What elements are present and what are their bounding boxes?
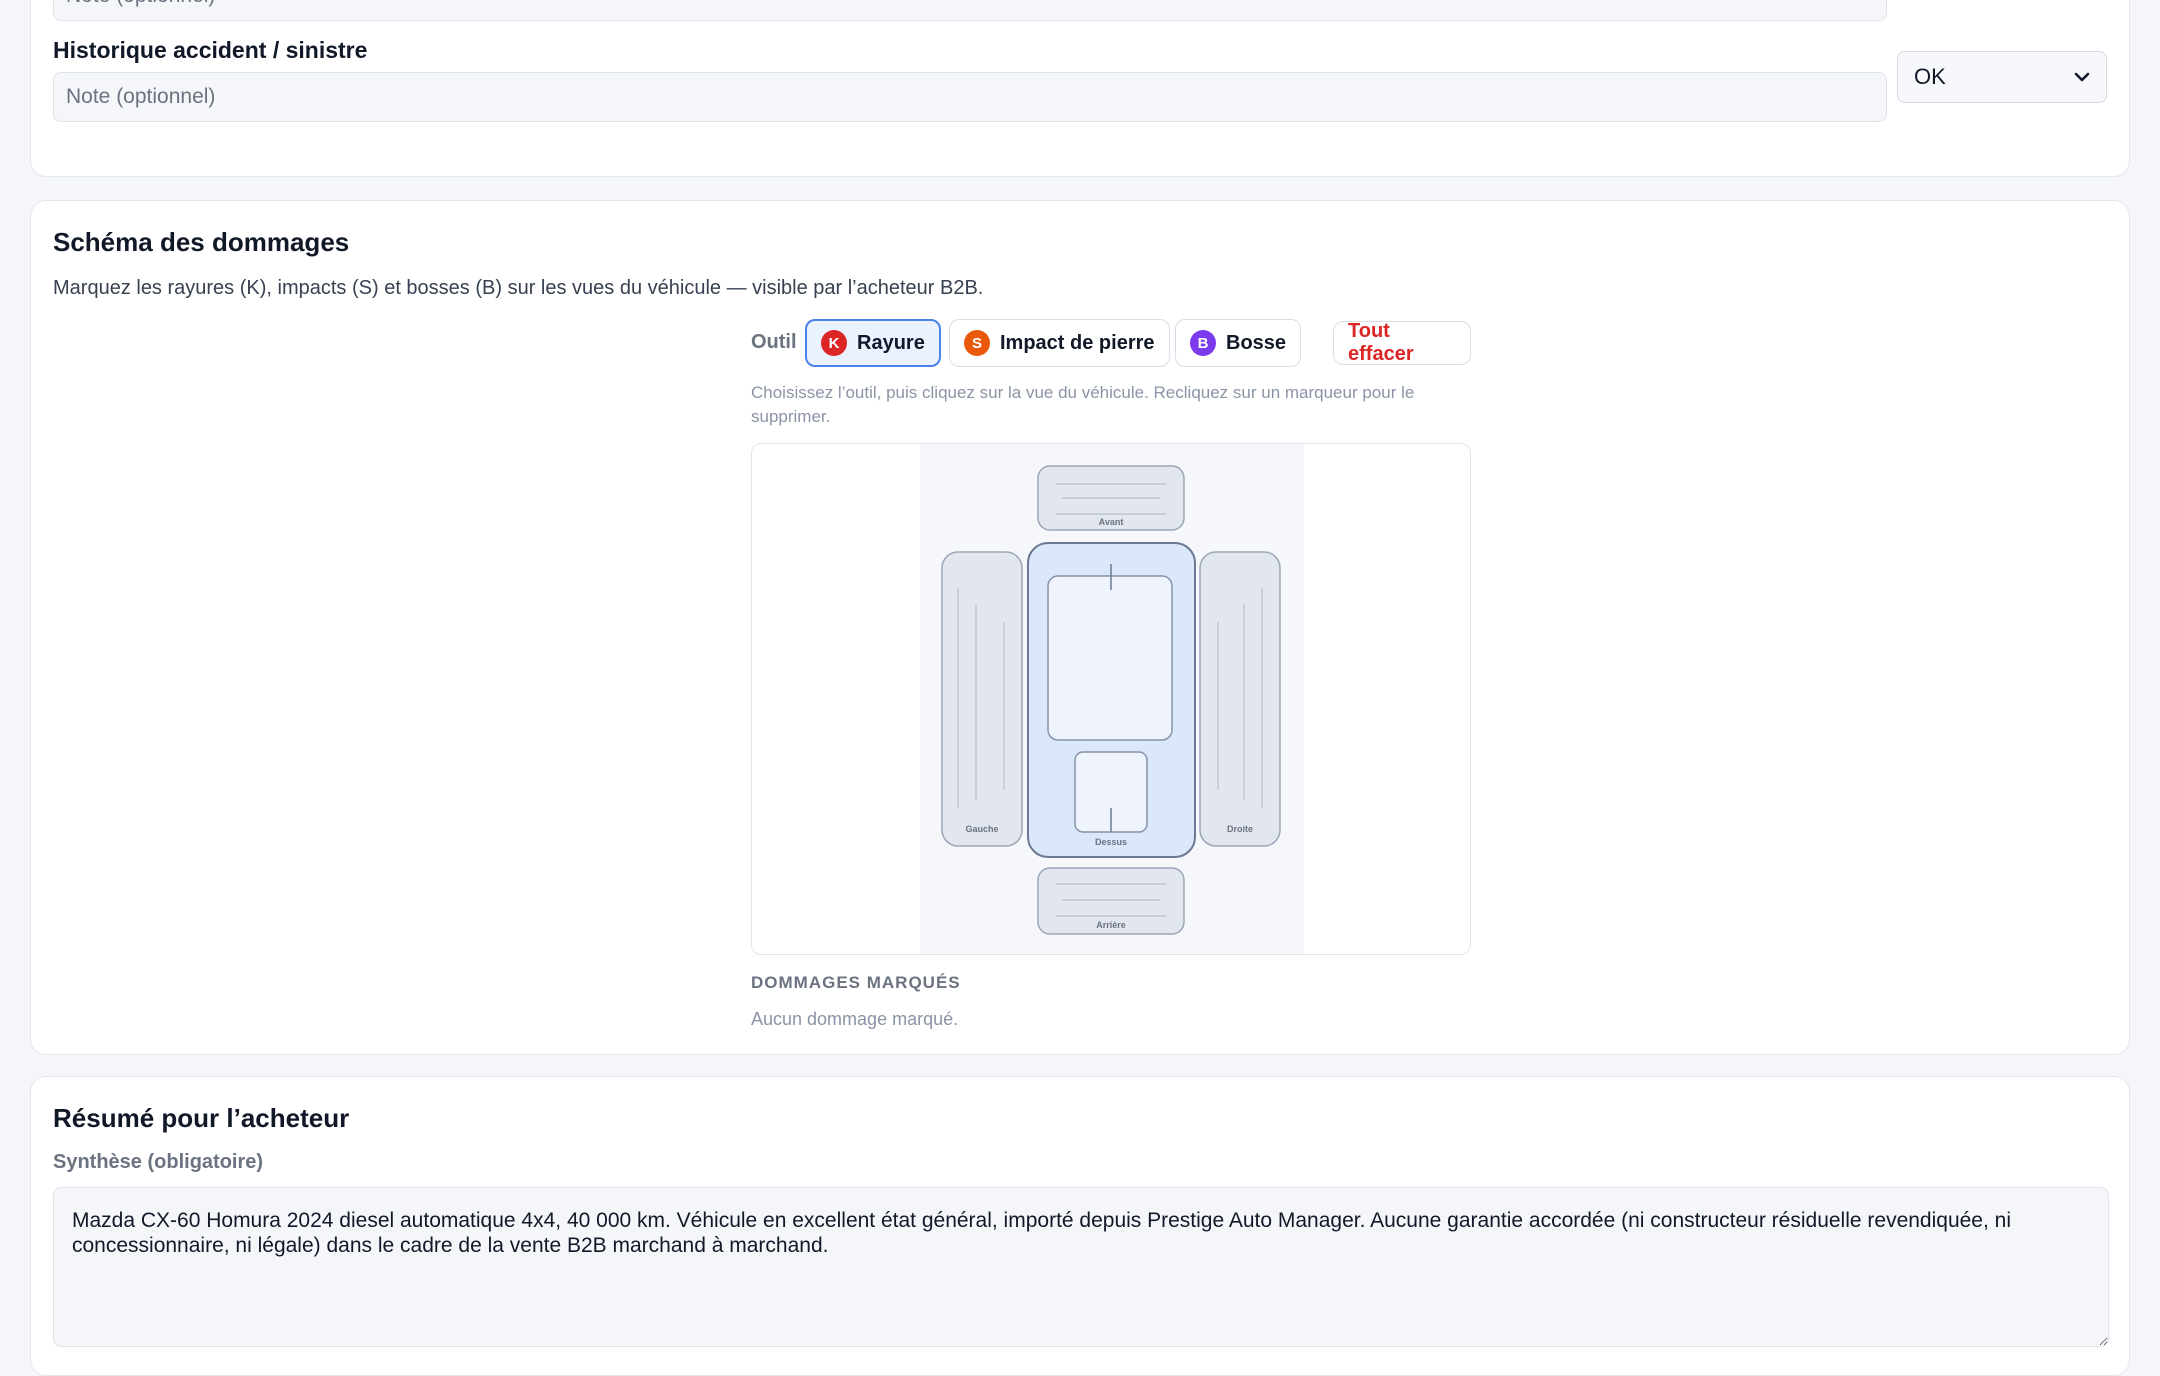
accident-note-input[interactable] bbox=[53, 72, 1887, 122]
marked-damages-title: DOMMAGES MARQUÉS bbox=[751, 973, 961, 992]
view-rear[interactable]: Arrière bbox=[1037, 867, 1185, 935]
accident-status-select[interactable]: OK bbox=[1897, 51, 2107, 103]
view-rear-label: Arrière bbox=[1096, 920, 1126, 930]
tool-dent-label: Bosse bbox=[1226, 331, 1287, 354]
view-left-label: Gauche bbox=[965, 824, 998, 834]
vehicle-history-card: Historique accident / sinistre OK bbox=[30, 0, 2130, 177]
damage-schema-description: Marquez les rayures (K), impacts (S) et … bbox=[53, 277, 984, 299]
clear-all-button[interactable]: Tout effacer bbox=[1333, 320, 1471, 365]
buyer-summary-card: Résumé pour l’acheteur Synthèse (obligat… bbox=[30, 1076, 2130, 1376]
tool-row: Outil K Rayure S Impact de pierre B Boss… bbox=[751, 319, 1471, 367]
accident-status-value: OK bbox=[1914, 64, 1946, 89]
synthesis-label: Synthèse (obligatoire) bbox=[53, 1151, 264, 1173]
tool-label: Outil bbox=[751, 331, 797, 353]
view-right[interactable]: Droite bbox=[1199, 551, 1281, 847]
view-top-label: Dessus bbox=[1095, 837, 1127, 847]
tool-scratch-button[interactable]: K Rayure bbox=[805, 319, 941, 367]
damage-schema-card: Schéma des dommages Marquez les rayures … bbox=[30, 200, 2130, 1055]
view-top[interactable]: Dessus bbox=[1027, 542, 1196, 858]
damage-schema-title: Schéma des dommages bbox=[53, 227, 350, 257]
view-left[interactable]: Gauche bbox=[941, 551, 1023, 847]
buyer-summary-title: Résumé pour l’acheteur bbox=[53, 1103, 350, 1133]
previous-note-input[interactable] bbox=[53, 0, 1887, 21]
marked-damages-empty: Aucun dommage marqué. bbox=[751, 1009, 959, 1029]
view-front-label: Avant bbox=[1099, 517, 1124, 527]
stone-impact-badge-icon: S bbox=[964, 330, 990, 356]
tool-dent-button[interactable]: B Bosse bbox=[1175, 319, 1302, 367]
synthesis-textarea[interactable]: Mazda CX-60 Homura 2024 diesel automatiq… bbox=[53, 1187, 2109, 1347]
dent-badge-icon: B bbox=[1190, 330, 1216, 356]
tool-stone-impact-label: Impact de pierre bbox=[1000, 331, 1155, 354]
vehicle-diagram[interactable]: Avant Gauche Dessus Droite Arrière bbox=[752, 444, 1471, 955]
tool-scratch-label: Rayure bbox=[857, 331, 925, 354]
view-right-label: Droite bbox=[1227, 824, 1253, 834]
scratch-badge-icon: K bbox=[821, 330, 847, 356]
accident-history-label: Historique accident / sinistre bbox=[53, 37, 368, 63]
view-front[interactable]: Avant bbox=[1037, 465, 1185, 531]
tool-hint: Choisissez l’outil, puis cliquez sur la … bbox=[751, 383, 1415, 426]
vehicle-views-canvas[interactable]: Avant Gauche Dessus Droite Arrière bbox=[751, 443, 1471, 955]
tool-stone-impact-button[interactable]: S Impact de pierre bbox=[949, 319, 1170, 367]
chevron-down-icon bbox=[2074, 72, 2090, 82]
